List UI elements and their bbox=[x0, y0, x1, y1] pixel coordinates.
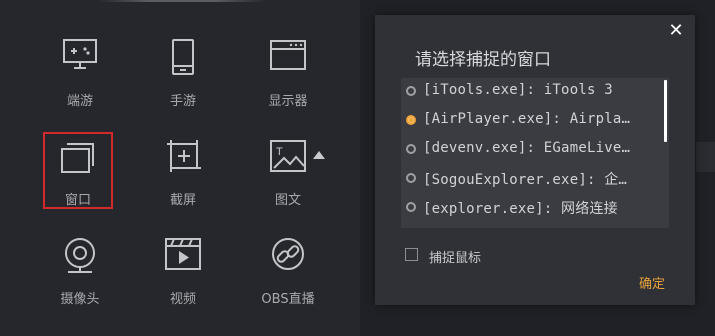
source-label: OBS直播 bbox=[261, 292, 315, 307]
window-item-label: [iTools.exe]: iTools 3 bbox=[423, 82, 613, 98]
gamepad-monitor-icon bbox=[35, 38, 125, 86]
source-label: 端游 bbox=[66, 94, 93, 109]
source-panel: 端游 手游 显示器 窗口 截屏 T 图文 摄像头 视频 OBS直播 bbox=[0, 0, 360, 336]
checkbox-box[interactable] bbox=[405, 248, 418, 261]
preview-band bbox=[696, 142, 715, 172]
list-scrollbar[interactable] bbox=[664, 80, 667, 142]
window-capture-dialog: ✕ 请选择捕捉的窗口 [iTools.exe]: iTools 3 [AirPl… bbox=[375, 15, 695, 305]
window-list[interactable]: [iTools.exe]: iTools 3 [AirPlayer.exe]: … bbox=[401, 78, 669, 228]
webcam-icon bbox=[35, 236, 125, 284]
source-tile-display[interactable]: 显示器 bbox=[243, 38, 333, 122]
radio-icon[interactable] bbox=[406, 202, 416, 212]
radio-checked-icon[interactable] bbox=[406, 115, 416, 125]
source-tile-pc-game[interactable]: 端游 bbox=[35, 38, 125, 122]
radio-icon[interactable] bbox=[406, 86, 416, 96]
source-label: 图文 bbox=[274, 193, 301, 208]
window-item-label: [SogouExplorer.exe]: 企… bbox=[423, 172, 628, 188]
crop-screenshot-icon bbox=[138, 136, 228, 184]
panel-divider bbox=[98, 0, 266, 2]
window-item-label: [explorer.exe]: 网络连接 bbox=[423, 201, 618, 217]
window-list-item[interactable]: [iTools.exe]: iTools 3 bbox=[401, 78, 663, 106]
radio-icon[interactable] bbox=[406, 173, 416, 183]
mobile-phone-icon bbox=[138, 38, 228, 86]
source-tile-mobile-game[interactable]: 手游 bbox=[138, 38, 228, 122]
link-chain-icon bbox=[243, 236, 333, 284]
image-text-icon: T bbox=[243, 138, 333, 186]
source-tile-webcam[interactable]: 摄像头 bbox=[35, 236, 125, 320]
window-list-item[interactable]: [devenv.exe]: EGameLive… bbox=[401, 136, 663, 164]
app-root: 端游 手游 显示器 窗口 截屏 T 图文 摄像头 视频 OBS直播 ✕ 请选择捕… bbox=[0, 0, 715, 336]
source-label: 手游 bbox=[169, 94, 196, 109]
window-list-item[interactable]: [explorer.exe]: 网络连接 bbox=[401, 194, 663, 222]
display-window-icon bbox=[243, 38, 333, 86]
window-item-label: [devenv.exe]: EGameLive… bbox=[423, 140, 631, 156]
source-tile-screenshot[interactable]: 截屏 bbox=[138, 136, 228, 220]
close-icon[interactable]: ✕ bbox=[665, 20, 687, 42]
window-item-label: [AirPlayer.exe]: Airpla… bbox=[423, 111, 631, 127]
source-label: 摄像头 bbox=[60, 292, 100, 307]
window-list-item[interactable]: [AirPlayer.exe]: Airpla… bbox=[401, 107, 663, 135]
source-label: 截屏 bbox=[169, 193, 196, 208]
source-tile-video[interactable]: 视频 bbox=[138, 236, 228, 320]
source-label: 视频 bbox=[169, 292, 196, 307]
capture-mouse-label: 捕捉鼠标 bbox=[429, 251, 482, 266]
source-label: 显示器 bbox=[268, 94, 308, 109]
window-list-item[interactable]: [SogouExplorer.exe]: 企… bbox=[401, 165, 663, 193]
source-tile-obs[interactable]: OBS直播 bbox=[243, 236, 333, 320]
ok-button[interactable]: 确定 bbox=[639, 273, 665, 292]
selection-highlight bbox=[43, 132, 113, 209]
collapse-arrow-icon[interactable] bbox=[313, 151, 325, 159]
dialog-title: 请选择捕捉的窗口 bbox=[415, 50, 551, 70]
radio-icon[interactable] bbox=[406, 144, 416, 154]
svg-text:T: T bbox=[276, 146, 283, 158]
video-clapper-icon bbox=[138, 236, 228, 284]
